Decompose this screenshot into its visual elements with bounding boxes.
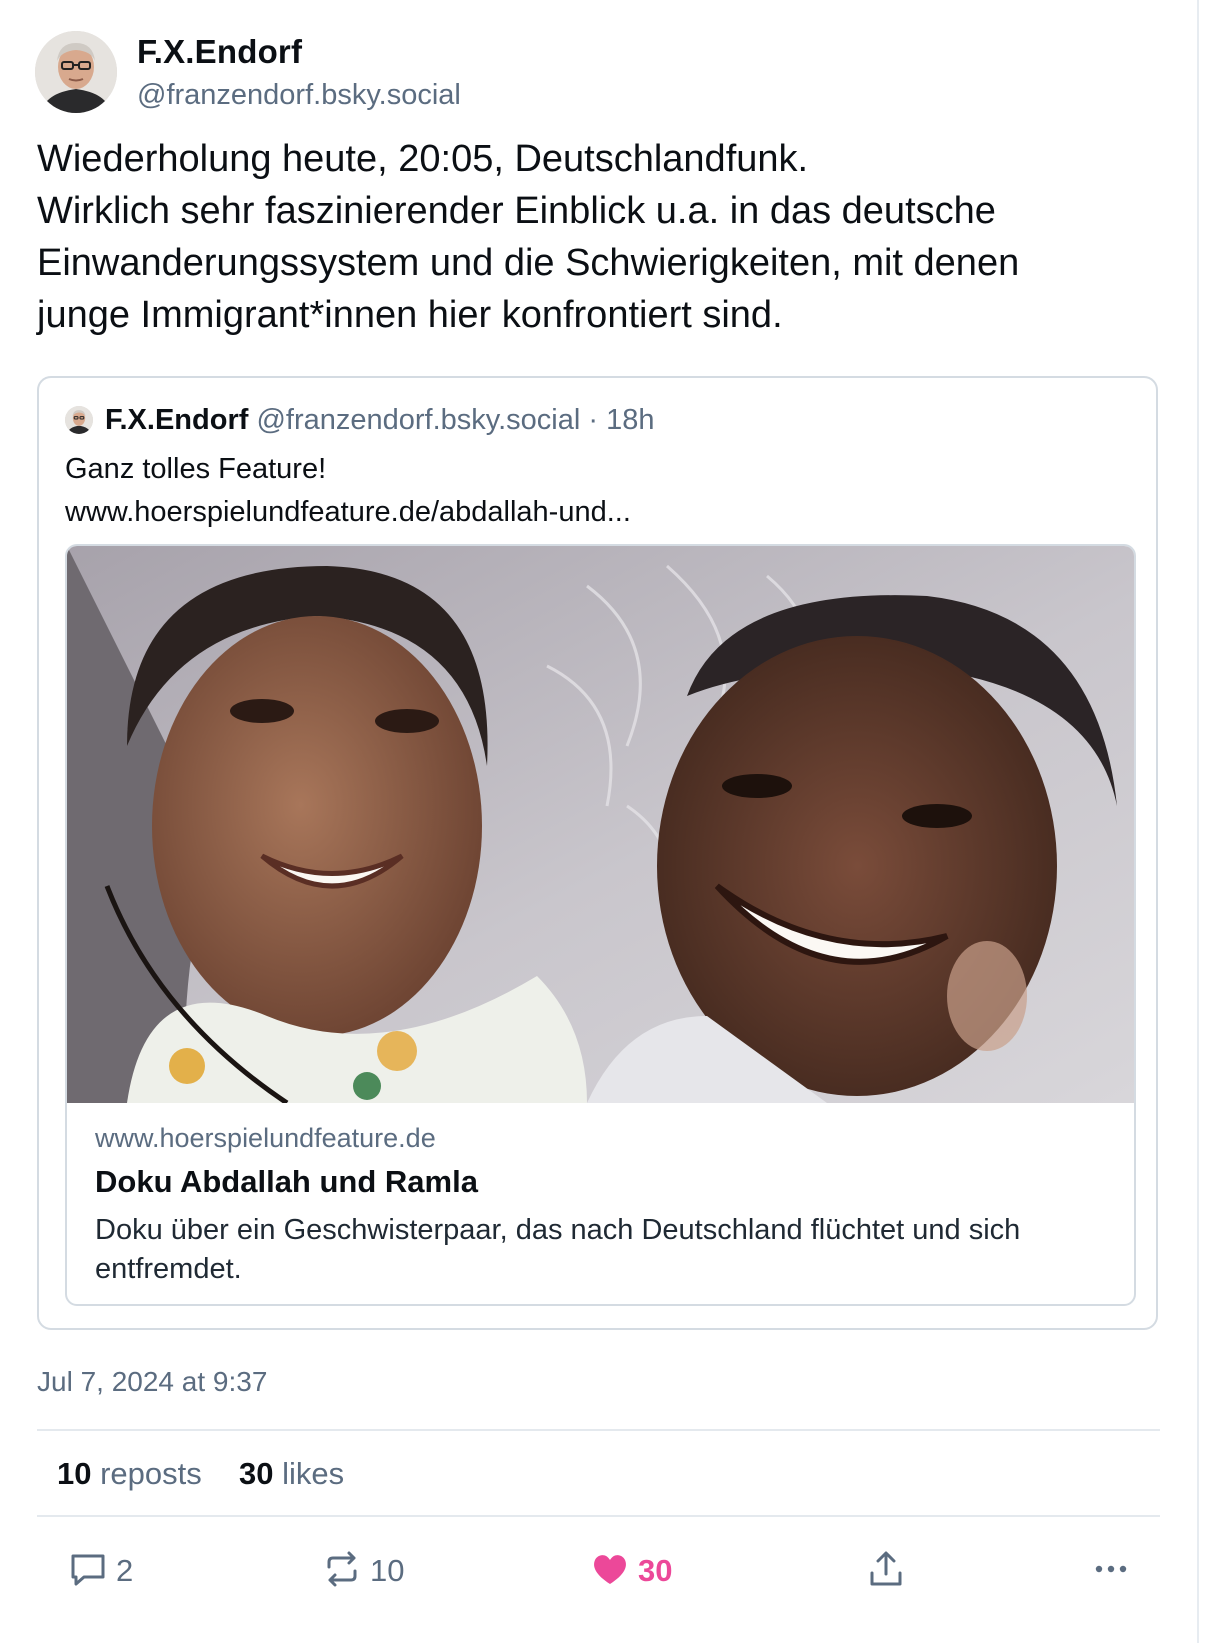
post-timestamp[interactable]: Jul 7, 2024 at 9:37 bbox=[37, 1366, 267, 1398]
post-thread-item: F.X.Endorf @franzendorf.bsky.social Wied… bbox=[0, 0, 1197, 1643]
likes-stat[interactable]: 30 likes bbox=[239, 1456, 344, 1491]
divider bbox=[37, 1515, 1160, 1517]
likes-label: likes bbox=[282, 1456, 345, 1491]
link-card[interactable]: www.hoerspielundfeature.de Doku Abdallah… bbox=[65, 544, 1136, 1306]
quoted-post-header: F.X.Endorf @franzendorf.bsky.social · 18… bbox=[105, 404, 654, 437]
quoted-link[interactable]: www.hoerspielundfeature.de/abdallah-und.… bbox=[65, 491, 631, 534]
author-avatar[interactable] bbox=[35, 31, 117, 113]
engagement-stats: 10 reposts 30 likes bbox=[57, 1456, 344, 1492]
link-card-image bbox=[67, 546, 1134, 1103]
share-button[interactable] bbox=[866, 1546, 906, 1596]
reposts-label: reposts bbox=[100, 1456, 202, 1491]
quoted-post-text: Ganz tolles Feature! www.hoerspielundfea… bbox=[65, 448, 631, 534]
quoted-author-name[interactable]: F.X.Endorf bbox=[105, 404, 248, 436]
repost-count: 10 bbox=[370, 1553, 405, 1588]
quoted-author-avatar bbox=[65, 406, 93, 434]
post-text-line: Einwanderungssystem und die Schwierigkei… bbox=[37, 242, 1020, 284]
like-count: 30 bbox=[638, 1553, 673, 1588]
quoted-text-line: Ganz tolles Feature! bbox=[65, 453, 327, 485]
likes-count: 30 bbox=[239, 1456, 274, 1491]
author-handle[interactable]: @franzendorf.bsky.social bbox=[137, 79, 461, 112]
post-text-line: Wirklich sehr faszinierender Einblick u.… bbox=[37, 190, 996, 232]
column-divider bbox=[1197, 0, 1199, 1643]
link-card-title: Doku Abdallah und Ramla bbox=[95, 1164, 478, 1199]
link-card-description: Doku über ein Geschwisterpaar, das nach … bbox=[95, 1214, 1021, 1285]
quoted-post[interactable]: F.X.Endorf @franzendorf.bsky.social · 18… bbox=[37, 376, 1158, 1330]
reposts-stat[interactable]: 10 reposts bbox=[57, 1456, 202, 1491]
divider bbox=[37, 1429, 1160, 1431]
like-button[interactable]: 30 bbox=[590, 1546, 672, 1596]
repost-button[interactable]: 10 bbox=[322, 1546, 404, 1596]
repost-icon bbox=[322, 1549, 362, 1594]
more-icon bbox=[1091, 1549, 1131, 1594]
post-text: Wiederholung heute, 20:05, Deutschlandfu… bbox=[37, 133, 1157, 341]
post-text-line: Wiederholung heute, 20:05, Deutschlandfu… bbox=[37, 138, 809, 180]
heart-icon bbox=[590, 1549, 630, 1594]
author-name[interactable]: F.X.Endorf bbox=[137, 33, 302, 71]
reply-count: 2 bbox=[116, 1553, 134, 1588]
action-bar: 2 10 30 bbox=[0, 1546, 1197, 1596]
share-icon bbox=[866, 1549, 906, 1594]
post-text-line: junge Immigrant*innen hier konfrontiert … bbox=[37, 294, 783, 336]
quoted-author-meta: @franzendorf.bsky.social · 18h bbox=[256, 404, 655, 436]
reply-icon bbox=[68, 1549, 108, 1594]
more-options-button[interactable] bbox=[1091, 1546, 1131, 1596]
reposts-count: 10 bbox=[57, 1456, 92, 1491]
link-card-domain: www.hoerspielundfeature.de bbox=[95, 1123, 436, 1153]
reply-button[interactable]: 2 bbox=[68, 1546, 133, 1596]
